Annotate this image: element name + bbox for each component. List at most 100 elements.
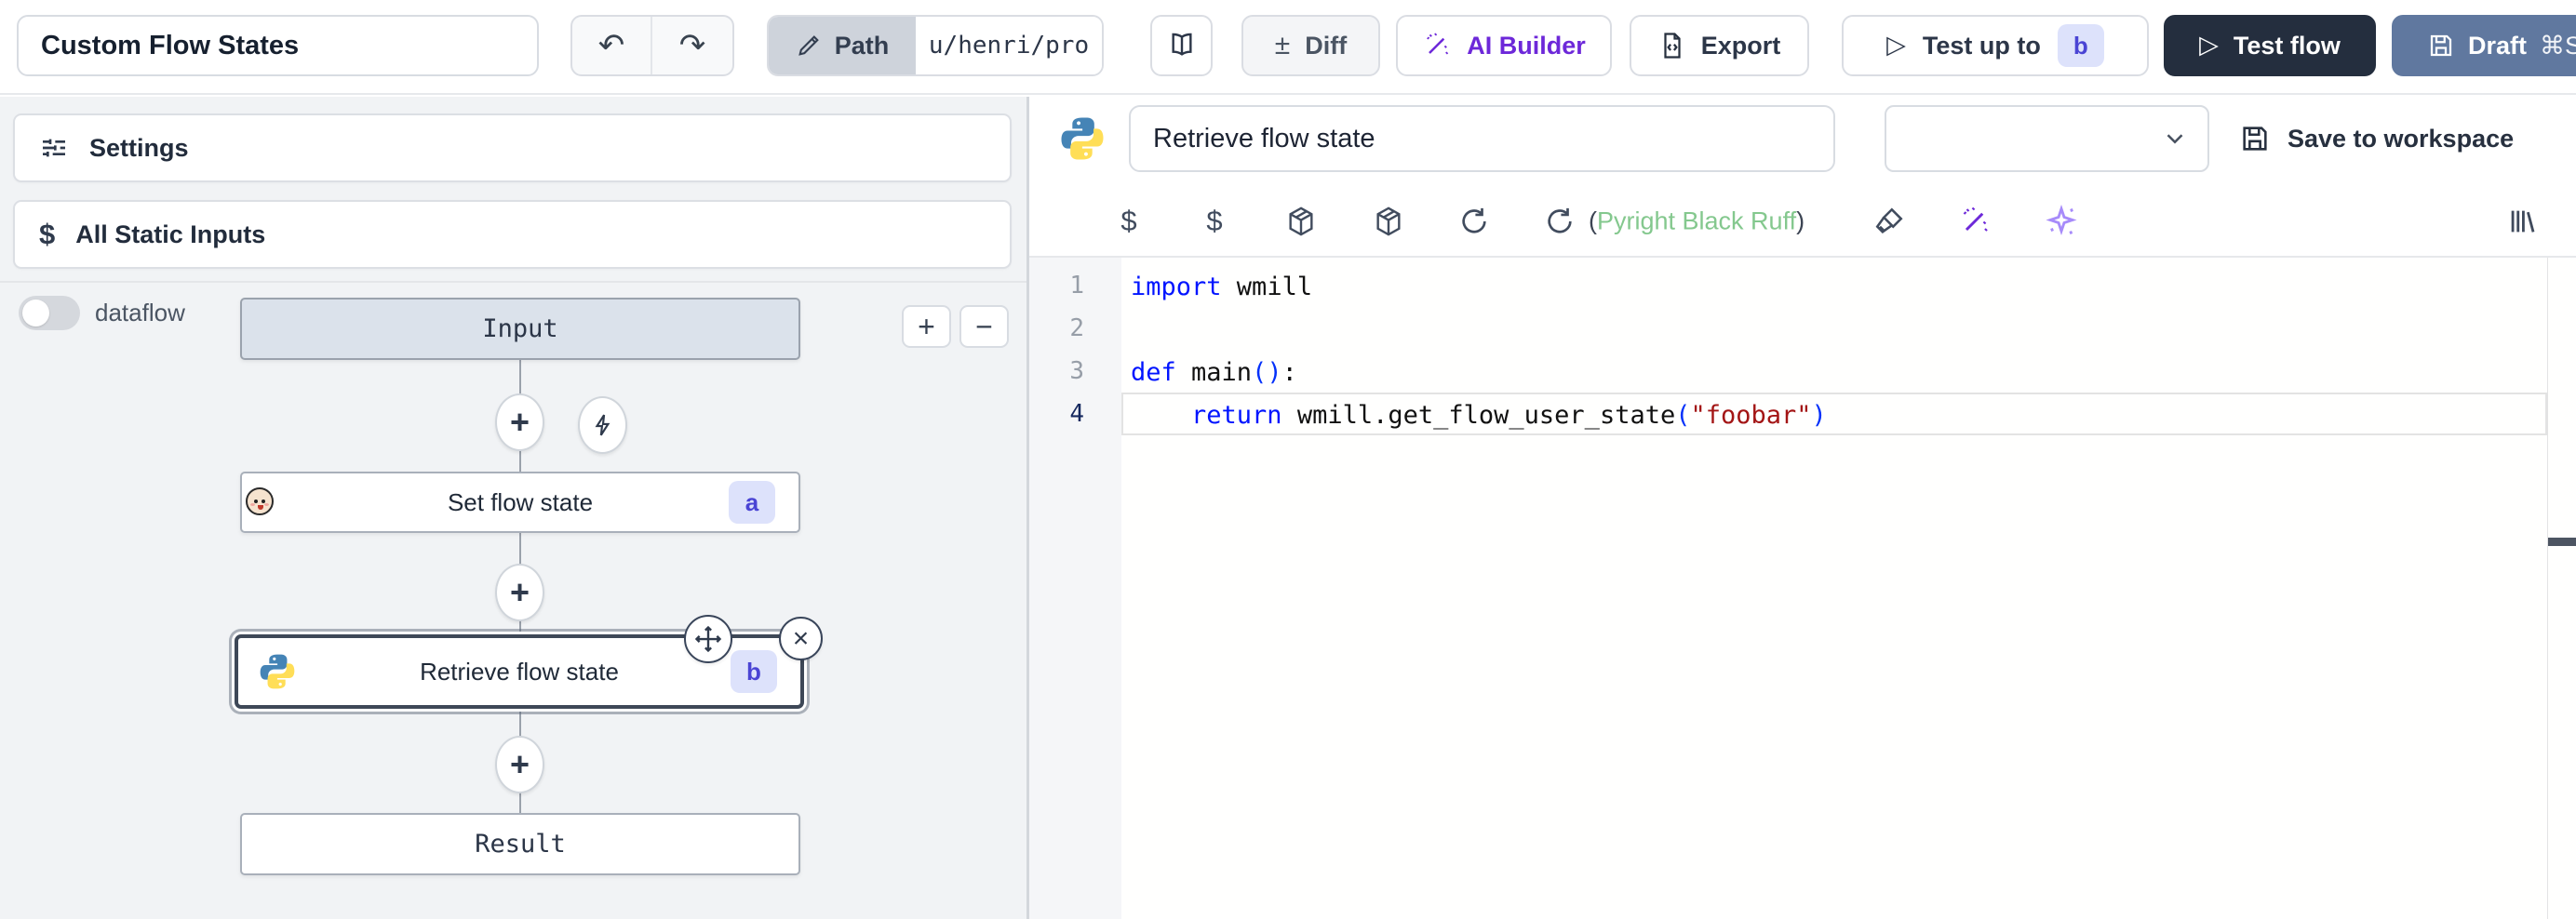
path-value[interactable]: u/henri/pro	[916, 17, 1102, 74]
input-node-label: Input	[482, 314, 557, 343]
flow-title-input[interactable]: Custom Flow States	[17, 15, 539, 76]
editor-ruler-divider	[2547, 258, 2548, 919]
baby-emoji-icon	[246, 487, 274, 515]
line-number: 2	[1029, 307, 1121, 350]
line-number: 1	[1029, 264, 1121, 307]
path-group: Path u/henri/pro	[767, 15, 1104, 76]
result-node-label: Result	[475, 830, 566, 859]
code-line[interactable]	[1121, 307, 2547, 350]
diff-button[interactable]: ± Diff	[1241, 15, 1380, 76]
arrows-move-icon	[694, 625, 722, 653]
magic-wand-icon	[1422, 31, 1452, 60]
variables-icon[interactable]: $	[1120, 205, 1136, 238]
package-icon[interactable]	[1373, 206, 1404, 237]
draft-shortcut: ⌘S	[2540, 32, 2576, 60]
trigger-button[interactable]	[578, 396, 627, 454]
set-node-label: Set flow state	[448, 488, 593, 517]
graph-node-input[interactable]: Input	[240, 298, 800, 360]
code-assistants-status[interactable]: (Pyright Black Ruff)	[1589, 206, 1805, 235]
undo-icon: ↶	[598, 27, 625, 64]
redo-button[interactable]: ↷	[652, 17, 732, 74]
static-inputs-label: All Static Inputs	[75, 220, 265, 249]
pencil-icon	[796, 33, 822, 59]
plus-minus-icon: ±	[1275, 30, 1290, 61]
add-step-button[interactable]: +	[495, 393, 544, 451]
language-select[interactable]	[1885, 105, 2209, 172]
toggle-knob	[22, 300, 49, 326]
file-code-icon	[1658, 32, 1686, 60]
sparkles-icon[interactable]	[2045, 205, 2078, 238]
save-icon	[2427, 32, 2455, 60]
top-toolbar: Custom Flow States ↶ ↷ Path u/henri/pro	[0, 0, 2576, 95]
add-step-button[interactable]: +	[495, 564, 544, 621]
python-icon	[257, 651, 298, 692]
test-up-to-button[interactable]: ▷ Test up to b	[1842, 15, 2149, 76]
graph-zoom-in-button[interactable]: +	[902, 305, 951, 348]
line-number-gutter: 1234	[1029, 258, 1121, 919]
undo-redo-group: ↶ ↷	[570, 15, 734, 76]
format-brush-icon[interactable]	[1873, 206, 1905, 237]
export-label: Export	[1701, 32, 1781, 60]
line-number: 4	[1029, 393, 1121, 435]
all-static-inputs-row[interactable]: $ All Static Inputs	[13, 200, 1012, 269]
graph-node-set-flow-state[interactable]: TS Set flow state a	[240, 472, 800, 533]
library-icon[interactable]	[2506, 206, 2538, 237]
step-badge-b: b	[2058, 24, 2104, 67]
book-open-icon	[1167, 31, 1197, 60]
test-flow-button[interactable]: ▷ Test flow	[2164, 15, 2376, 76]
move-node-button[interactable]	[684, 615, 732, 663]
chevron-down-icon	[2161, 125, 2189, 153]
flow-editor-panel: Settings $ All Static Inputs dataflow + …	[0, 97, 1026, 919]
ai-builder-label: AI Builder	[1467, 32, 1586, 60]
graph-node-result[interactable]: Result	[240, 813, 800, 875]
step-badge-b: b	[731, 650, 777, 693]
test-up-to-label: Test up to	[1923, 32, 2041, 60]
overview-ruler-marker	[2548, 538, 2576, 546]
dataflow-toggle[interactable]	[19, 296, 80, 330]
settings-row[interactable]: Settings	[13, 113, 1012, 182]
step-badge-a: a	[729, 481, 775, 524]
draft-label: Draft	[2468, 32, 2527, 60]
resources-icon[interactable]: $	[1206, 205, 1222, 238]
retrieve-node-label: Retrieve flow state	[420, 658, 619, 686]
redo-icon: ↷	[679, 27, 706, 64]
play-icon: ▷	[2199, 31, 2219, 60]
step-name-input[interactable]: Retrieve flow state	[1129, 105, 1835, 172]
panel-resizer[interactable]	[1026, 97, 1029, 919]
path-label: Path	[835, 32, 890, 60]
ai-builder-button[interactable]: AI Builder	[1396, 15, 1612, 76]
code-editor[interactable]: 1234 import wmill def main(): return wmil…	[1029, 258, 2576, 919]
sliders-icon	[39, 133, 69, 163]
dataflow-label: dataflow	[95, 296, 185, 330]
line-number: 3	[1029, 350, 1121, 393]
add-step-button[interactable]: +	[495, 736, 544, 793]
ai-wand-icon[interactable]	[1958, 205, 1992, 238]
code-line[interactable]: import wmill	[1121, 264, 2547, 307]
lightning-icon	[591, 411, 615, 439]
status-dot-icon	[1056, 210, 1078, 232]
paren: (	[1589, 206, 1597, 234]
save-to-workspace-button[interactable]: Save to workspace	[2239, 115, 2514, 162]
delete-node-button[interactable]: ×	[779, 617, 823, 660]
diff-label: Diff	[1305, 32, 1347, 60]
reload-icon[interactable]	[1544, 206, 1576, 237]
save-to-workspace-label: Save to workspace	[2288, 125, 2514, 153]
graph-zoom-out-button[interactable]: −	[959, 305, 1009, 348]
save-draft-button[interactable]: Draft ⌘S	[2392, 15, 2576, 76]
code-line[interactable]: def main():	[1121, 350, 2547, 393]
package-icon[interactable]	[1285, 206, 1317, 237]
code-line[interactable]: return wmill.get_flow_user_state("foobar…	[1121, 393, 2547, 435]
close-icon: ×	[793, 623, 810, 655]
reload-icon[interactable]	[1458, 206, 1490, 237]
paren: )	[1796, 206, 1805, 234]
step-editor-panel: Retrieve flow state Save to workspace $ …	[1029, 97, 2576, 919]
export-button[interactable]: Export	[1630, 15, 1809, 76]
edit-path-button[interactable]: Path	[769, 17, 916, 74]
test-flow-label: Test flow	[2234, 32, 2341, 60]
assistants-label: Pyright Black Ruff	[1597, 206, 1796, 234]
settings-label: Settings	[89, 134, 189, 163]
docs-button[interactable]	[1150, 15, 1213, 76]
undo-button[interactable]: ↶	[572, 17, 652, 74]
play-icon: ▷	[1886, 31, 1906, 60]
save-icon	[2239, 123, 2271, 154]
